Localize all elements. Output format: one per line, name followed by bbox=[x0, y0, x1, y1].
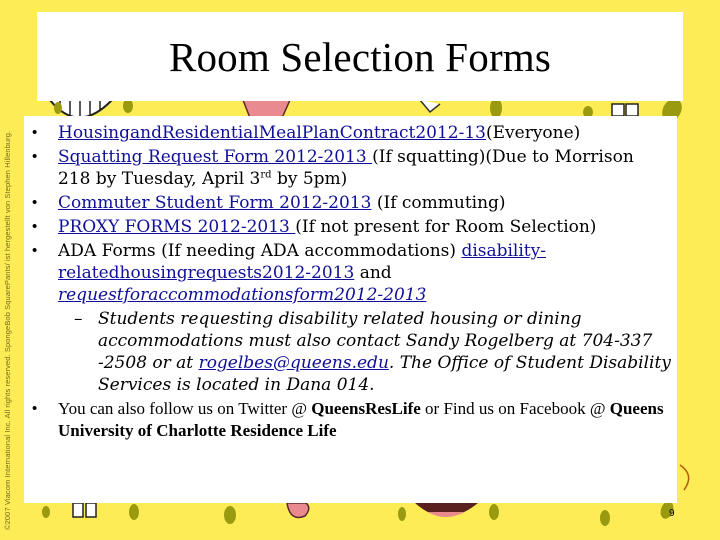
item-text-mid: or Find us on Facebook @ bbox=[420, 399, 610, 418]
twitter-handle: QueensResLife bbox=[311, 399, 421, 418]
ordinal-suffix: rd bbox=[260, 169, 272, 181]
accommodations-form-link[interactable]: requestforaccommodationsform2012-2013 bbox=[58, 285, 426, 305]
copyright-notice: ©2007 Viacom International Inc. All righ… bbox=[3, 130, 12, 530]
bullet-icon: • bbox=[32, 124, 38, 141]
title-box: Room Selection Forms bbox=[37, 12, 683, 101]
bullet-icon: • bbox=[32, 242, 38, 259]
bullet-icon: • bbox=[32, 218, 38, 235]
ada-sublist: – Students requesting disability related… bbox=[58, 308, 671, 396]
dash-icon: – bbox=[74, 309, 83, 329]
item-text: (If commuting) bbox=[371, 193, 506, 213]
page-number: 9 bbox=[669, 508, 675, 519]
item-text-mid: and bbox=[354, 263, 392, 283]
forms-list: • HousingandResidentialMealPlanContract2… bbox=[24, 122, 677, 444]
item-text: (Everyone) bbox=[486, 123, 581, 143]
item-text: You can also follow us on Twitter @ bbox=[58, 399, 312, 418]
item-text: (If not present for Room Selection) bbox=[295, 217, 597, 237]
housing-contract-link[interactable]: HousingandResidentialMealPlanContract201… bbox=[58, 123, 486, 143]
item-text: ADA Forms (If needing ADA accommodations… bbox=[58, 241, 462, 261]
list-item-proxy: • PROXY FORMS 2012-2013 (If not present … bbox=[24, 216, 677, 238]
item-text-after: by 5pm) bbox=[271, 169, 348, 189]
bullet-icon: • bbox=[32, 400, 38, 417]
list-item-ada: • ADA Forms (If needing ADA accommodatio… bbox=[24, 240, 677, 396]
list-item-commuter: • Commuter Student Form 2012-2013 (If co… bbox=[24, 192, 677, 214]
email-link[interactable]: rogelbes@queens.edu bbox=[199, 353, 389, 373]
commuter-form-link[interactable]: Commuter Student Form 2012-2013 bbox=[58, 193, 371, 213]
list-item-housing-contract: • HousingandResidentialMealPlanContract2… bbox=[24, 122, 677, 144]
proxy-forms-link[interactable]: PROXY FORMS 2012-2013 bbox=[58, 217, 295, 237]
bullet-icon: • bbox=[32, 194, 38, 211]
sublist-item-contact: – Students requesting disability related… bbox=[58, 308, 671, 396]
list-item-social: • You can also follow us on Twitter @ Qu… bbox=[24, 398, 677, 442]
squatting-form-link[interactable]: Squatting Request Form 2012-2013 bbox=[58, 147, 372, 167]
slide-title: Room Selection Forms bbox=[168, 33, 552, 80]
bullet-icon: • bbox=[32, 148, 38, 165]
content-box: • HousingandResidentialMealPlanContract2… bbox=[24, 116, 677, 503]
list-item-squatting: • Squatting Request Form 2012-2013 (If s… bbox=[24, 146, 677, 190]
